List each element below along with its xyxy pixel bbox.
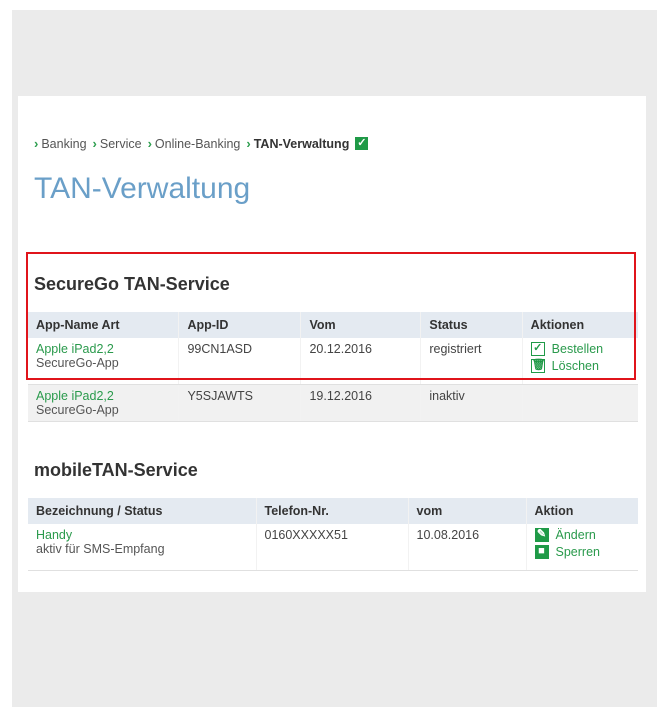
app-type: SecureGo-App <box>36 402 119 417</box>
column-header: Vom <box>300 312 421 338</box>
actions-cell: ✎ Ändern ■ Sperren <box>525 524 638 571</box>
breadcrumb-item-banking[interactable]: › Banking <box>34 136 87 151</box>
content-panel: › Banking › Service › Online-Banking › T… <box>18 96 646 592</box>
date-cell: 19.12.2016 <box>300 384 421 422</box>
securego-table: App-Name Art App-ID Vom Status Aktionen … <box>28 312 638 422</box>
action-label: Sperren <box>555 545 600 559</box>
table-header-row: App-Name Art App-ID Vom Status Aktionen <box>28 312 638 338</box>
app-type: SecureGo-App <box>36 356 119 370</box>
breadcrumb: › Banking › Service › Online-Banking › T… <box>34 136 374 151</box>
date-cell: 20.12.2016 <box>300 338 421 385</box>
loeschen-button[interactable]: 🗑 Löschen <box>530 359 630 373</box>
page-title: TAN-Verwaltung <box>34 172 251 205</box>
pencil-icon: ✎ <box>534 528 549 542</box>
actions-cell <box>521 384 638 422</box>
chevron-right-icon: › <box>147 136 152 151</box>
action-label: Bestellen <box>551 342 604 356</box>
column-header: Status <box>420 312 523 338</box>
breadcrumb-item-online-banking[interactable]: › Online-Banking <box>148 136 241 151</box>
app-id-cell: Y5SJAWTS <box>178 384 301 422</box>
aendern-button[interactable]: ✎ Ändern <box>534 528 631 542</box>
check-dropdown-icon[interactable]: ✓ <box>355 137 369 150</box>
chevron-right-icon: › <box>246 136 251 151</box>
breadcrumb-item-service[interactable]: › Service <box>93 136 142 151</box>
device-status: aktiv für SMS-Empfang <box>36 542 165 556</box>
action-label: Löschen <box>551 359 599 373</box>
sperren-button[interactable]: ■ Sperren <box>534 545 631 559</box>
mobiletan-table: Bezeichnung / Status Telefon-Nr. vom Akt… <box>28 498 638 571</box>
column-header: Aktionen <box>521 312 638 338</box>
app-name-link[interactable]: Apple iPad2,2 <box>36 389 170 403</box>
actions-cell: ✓ Bestellen 🗑 Löschen <box>521 338 638 385</box>
column-header: Telefon-Nr. <box>255 498 408 524</box>
table-row: Apple iPad2,2 SecureGo-App Y5SJAWTS 19.1… <box>28 384 638 422</box>
device-name-link[interactable]: Handy <box>36 528 248 542</box>
breadcrumb-link[interactable]: Service <box>100 137 142 151</box>
column-header: Bezeichnung / Status <box>36 504 163 518</box>
checkbox-icon: ✓ <box>530 342 545 356</box>
breadcrumb-link[interactable]: Online-Banking <box>155 137 240 151</box>
breadcrumb-current: TAN-Verwaltung <box>253 136 350 151</box>
column-header: App-ID <box>178 312 301 338</box>
table-row: Apple iPad2,2 SecureGo-App 99CN1ASD 20.1… <box>28 338 638 385</box>
app-id-cell: 99CN1ASD <box>178 338 301 385</box>
column-header: vom <box>407 498 526 524</box>
app-name-cell: Apple iPad2,2 SecureGo-App <box>28 384 179 422</box>
column-header: App-Name Art <box>36 318 120 332</box>
app-name-link[interactable]: Apple iPad2,2 <box>36 342 170 356</box>
breadcrumb-item-current: › TAN-Verwaltung ✓ <box>246 136 369 151</box>
chevron-right-icon: › <box>34 136 39 151</box>
device-cell: Handy aktiv für SMS-Empfang <box>28 524 256 571</box>
date-cell: 10.08.2016 <box>407 524 526 571</box>
bestellen-button[interactable]: ✓ Bestellen <box>530 342 630 356</box>
phone-cell: 0160XXXXX51 <box>255 524 408 571</box>
chevron-right-icon: › <box>92 136 97 151</box>
table-header-row: Bezeichnung / Status Telefon-Nr. vom Akt… <box>28 498 638 524</box>
status-cell: registriert <box>420 338 523 385</box>
securego-section-title: SecureGo TAN-Service <box>34 274 230 294</box>
trash-icon: 🗑 <box>530 359 546 373</box>
lock-icon: ■ <box>534 545 549 559</box>
column-header: Aktion <box>525 498 638 524</box>
breadcrumb-link[interactable]: Banking <box>41 137 86 151</box>
table-row: Handy aktiv für SMS-Empfang 0160XXXXX51 … <box>28 524 638 571</box>
mobiletan-section-title: mobileTAN-Service <box>34 460 198 480</box>
app-name-cell: Apple iPad2,2 SecureGo-App <box>28 338 179 385</box>
status-cell: inaktiv <box>420 384 523 422</box>
action-label: Ändern <box>555 528 596 542</box>
